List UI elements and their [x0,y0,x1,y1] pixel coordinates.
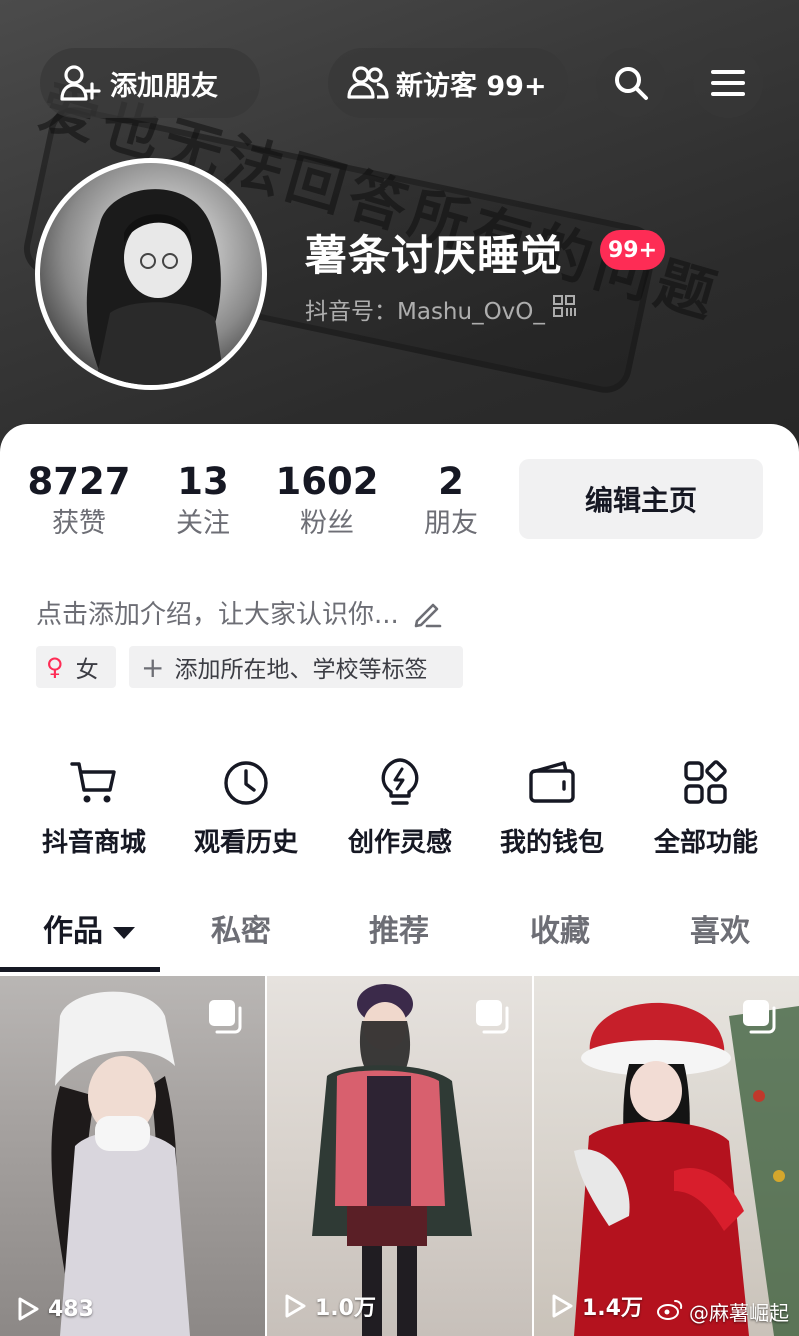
play-count-value: 483 [48,1296,94,1322]
tab-recommended[interactable]: 推荐 [324,906,474,950]
play-count: 1.4万 [550,1290,643,1322]
add-tags-label: 添加所在地、学校等标签 [174,657,428,683]
stat-value: 8727 [27,460,131,503]
lightbulb-icon [325,754,475,812]
search-icon [615,67,648,100]
quick-action-label: 抖音商城 [41,828,146,858]
bio-placeholder: 点击添加介绍，让大家认识你... [36,600,399,630]
stat-followers[interactable]: 1602 粉丝 [267,460,387,544]
nickname: 薯条讨厌睡觉 [305,231,564,280]
cart-icon [19,754,169,812]
multi-image-icon [207,998,243,1038]
menu-button[interactable] [693,48,763,118]
stat-value: 13 [177,460,229,503]
add-user-icon [60,63,104,103]
stat-label: 关注 [176,508,230,539]
add-friend-button[interactable]: 添加朋友 [40,48,260,118]
new-visitors-label: 新访客 99+ [396,70,547,102]
tab-likes[interactable]: 喜欢 [645,906,795,950]
clock-icon [171,754,321,812]
search-button[interactable] [596,48,666,118]
play-count: 1.0万 [283,1290,376,1322]
play-count-value: 1.0万 [315,1296,376,1321]
wallet-icon [477,754,627,812]
quick-action-label: 全部功能 [653,828,758,858]
stat-likes[interactable]: 8727 获赞 [19,460,139,544]
play-count-value: 1.4万 [582,1296,643,1321]
edit-profile-button[interactable]: 编辑主页 [519,459,763,539]
stat-label: 朋友 [424,508,478,539]
tab-active-indicator [0,967,160,972]
stat-value: 1602 [275,460,379,503]
grid-icon [631,754,781,812]
menu-icon [711,70,745,96]
avatar[interactable] [35,158,267,390]
video-thumbnail[interactable]: 1.4万 @麻薯崛起 [534,976,799,1336]
weibo-icon [657,1298,683,1325]
gender-label: 女 [75,657,99,683]
multi-image-icon [741,998,777,1038]
quick-action-mall[interactable]: 抖音商城 [19,754,169,859]
qr-code-icon[interactable] [552,295,577,323]
quick-action-all[interactable]: 全部功能 [631,754,781,859]
watermark-text: @麻薯崛起 [689,1301,789,1325]
play-icon [552,1294,573,1318]
add-friend-label: 添加朋友 [110,70,218,102]
douyin-id-text: 抖音号：Mashu_OvO_ [305,299,545,325]
tab-favorites[interactable]: 收藏 [485,906,635,950]
video-grid: 483 1.0万 1.4万 @麻薯崛起 [0,976,799,1336]
multi-image-icon [474,998,510,1038]
stat-label: 获赞 [52,508,106,539]
profile-header: 爱也无法回答所有的问题 添加朋友 新访客 99+ 薯条讨厌睡觉 99+ 抖音号：… [0,0,799,470]
female-icon: ♀ [46,653,64,681]
douyin-id[interactable]: 抖音号：Mashu_OvO_ [305,292,577,326]
quick-action-history[interactable]: 观看历史 [171,754,321,859]
tab-private[interactable]: 私密 [166,906,316,950]
notification-badge[interactable]: 99+ [600,230,666,270]
play-count: 483 [16,1296,94,1322]
video-thumbnail[interactable]: 483 [0,976,265,1336]
gender-tag[interactable]: ♀ 女 [36,646,116,688]
quick-action-wallet[interactable]: 我的钱包 [477,754,627,859]
edit-pen-icon [411,597,443,629]
stat-label: 粉丝 [300,508,354,539]
plus-icon: + [141,650,165,684]
quick-action-label: 创作灵感 [347,828,452,858]
content-tabs: 作品 私密 推荐 收藏 喜欢 [0,894,799,974]
watermark: @麻薯崛起 [657,1297,789,1326]
bio-field[interactable]: 点击添加介绍，让大家认识你... [36,594,443,631]
new-visitors-button[interactable]: 新访客 99+ [328,48,568,118]
quick-action-label: 我的钱包 [499,828,604,858]
profile-card: 8727 获赞 13 关注 1602 粉丝 2 朋友 编辑主页 点击添加介绍，让… [0,424,799,1336]
caret-down-icon [113,926,135,939]
stat-value: 2 [438,460,464,503]
quick-action-label: 观看历史 [193,828,298,858]
tab-works[interactable]: 作品 [14,906,164,950]
tab-label: 作品 [43,914,103,949]
stat-friends[interactable]: 2 朋友 [391,460,511,544]
top-bar: 添加朋友 新访客 99+ [0,0,799,120]
stat-following[interactable]: 13 关注 [143,460,263,544]
add-tags-button[interactable]: + 添加所在地、学校等标签 [129,646,463,688]
video-thumbnail[interactable]: 1.0万 [267,976,532,1336]
users-icon [346,63,390,103]
play-icon [285,1294,306,1318]
quick-action-inspiration[interactable]: 创作灵感 [325,754,475,859]
play-icon [18,1297,39,1321]
